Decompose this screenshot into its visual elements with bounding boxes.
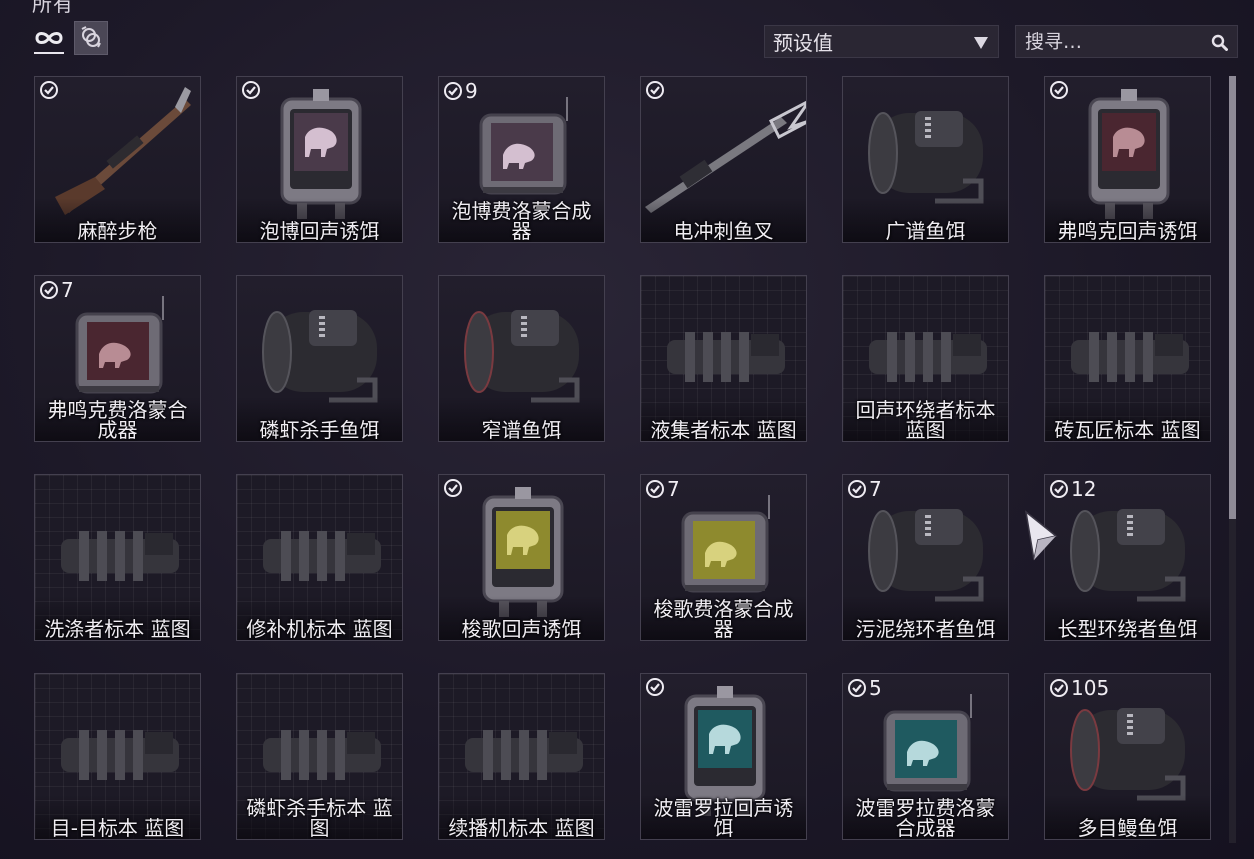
item-count: 5 bbox=[869, 676, 882, 700]
item-name: 波雷罗拉费洛蒙合成器 bbox=[855, 796, 996, 840]
item-card[interactable]: 105 多目鳗鱼饵 bbox=[1044, 673, 1211, 840]
item-name: 泡博回声诱饵 bbox=[259, 219, 380, 243]
item-card[interactable]: 磷虾杀手鱼饵 bbox=[236, 275, 403, 442]
item-name: 弗鸣克费洛蒙合成器 bbox=[47, 398, 188, 442]
inventory-screen: 所有 预设值 麻醉步枪 bbox=[0, 0, 1254, 859]
owned-badge bbox=[241, 80, 261, 100]
item-card[interactable]: 泡博回声诱饵 bbox=[236, 76, 403, 243]
item-card[interactable]: 5 波雷罗拉费洛蒙合成器 bbox=[842, 673, 1009, 840]
item-card[interactable]: 磷虾杀手标本 蓝图 bbox=[236, 673, 403, 840]
item-name: 目-目标本 蓝图 bbox=[50, 816, 185, 840]
infinity-icon bbox=[35, 32, 63, 44]
item-card[interactable]: 9 泡博费洛蒙合成器 bbox=[438, 76, 605, 243]
item-count: 7 bbox=[61, 278, 74, 302]
search-input[interactable] bbox=[1016, 26, 1201, 57]
owned-badge bbox=[39, 80, 59, 100]
item-name: 修补机标本 蓝图 bbox=[246, 617, 393, 641]
item-card[interactable]: 7 梭歌费洛蒙合成器 bbox=[640, 474, 807, 641]
check-circle-icon bbox=[242, 81, 260, 99]
item-card[interactable]: 7 污泥绕环者鱼饵 bbox=[842, 474, 1009, 641]
check-circle-icon bbox=[40, 281, 58, 299]
item-name: 波雷罗拉回声诱饵 bbox=[653, 796, 794, 840]
check-circle-icon bbox=[1050, 480, 1068, 498]
item-card[interactable]: 弗鸣克回声诱饵 bbox=[1044, 76, 1211, 243]
item-name: 砖瓦匠标本 蓝图 bbox=[1054, 418, 1201, 442]
item-card[interactable]: 波雷罗拉回声诱饵 bbox=[640, 673, 807, 840]
category-title: 所有 bbox=[32, 0, 74, 16]
item-card[interactable]: 窄谱鱼饵 bbox=[438, 275, 605, 442]
item-card[interactable]: 续播机标本 蓝图 bbox=[438, 673, 605, 840]
search-icon[interactable] bbox=[1211, 34, 1228, 51]
item-name: 麻醉步枪 bbox=[77, 219, 158, 243]
item-count: 9 bbox=[465, 79, 478, 103]
check-circle-icon bbox=[646, 480, 664, 498]
crafting-ring-icon bbox=[81, 26, 101, 48]
item-card[interactable]: 广谱鱼饵 bbox=[842, 76, 1009, 243]
preset-label: 预设值 bbox=[773, 31, 833, 55]
check-circle-icon bbox=[444, 82, 462, 100]
check-circle-icon bbox=[646, 678, 664, 696]
preset-dropdown[interactable]: 预设值 bbox=[764, 25, 999, 58]
item-name: 广谱鱼饵 bbox=[885, 219, 966, 243]
item-card[interactable]: 麻醉步枪 bbox=[34, 76, 201, 243]
item-card[interactable]: 梭歌回声诱饵 bbox=[438, 474, 605, 641]
item-card[interactable]: 砖瓦匠标本 蓝图 bbox=[1044, 275, 1211, 442]
item-count: 7 bbox=[869, 477, 882, 501]
filter-all-button[interactable] bbox=[32, 22, 66, 54]
owned-badge: 7 bbox=[645, 478, 680, 500]
item-card[interactable]: 修补机标本 蓝图 bbox=[236, 474, 403, 641]
check-circle-icon bbox=[646, 81, 664, 99]
item-card[interactable]: 目-目标本 蓝图 bbox=[34, 673, 201, 840]
owned-badge: 7 bbox=[847, 478, 882, 500]
item-card[interactable]: 洗涤者标本 蓝图 bbox=[34, 474, 201, 641]
owned-badge: 9 bbox=[443, 80, 478, 102]
item-card[interactable]: 12 长型环绕者鱼饵 bbox=[1044, 474, 1211, 641]
owned-badge: 5 bbox=[847, 677, 882, 699]
owned-badge: 105 bbox=[1049, 677, 1109, 699]
check-circle-icon bbox=[40, 81, 58, 99]
item-name: 续播机标本 蓝图 bbox=[448, 816, 595, 840]
item-card[interactable]: 电冲刺鱼叉 bbox=[640, 76, 807, 243]
scrollbar-thumb[interactable] bbox=[1229, 76, 1236, 519]
item-name: 弗鸣克回声诱饵 bbox=[1057, 219, 1198, 243]
owned-badge bbox=[645, 677, 665, 697]
item-name: 污泥绕环者鱼饵 bbox=[855, 617, 996, 641]
item-name: 梭歌费洛蒙合成器 bbox=[653, 597, 794, 641]
item-name: 磷虾杀手鱼饵 bbox=[259, 418, 380, 442]
item-card[interactable]: 7 弗鸣克费洛蒙合成器 bbox=[34, 275, 201, 442]
owned-badge: 7 bbox=[39, 279, 74, 301]
item-name: 多目鳗鱼饵 bbox=[1077, 816, 1178, 840]
check-circle-icon bbox=[848, 679, 866, 697]
item-name: 液集者标本 蓝图 bbox=[650, 418, 797, 442]
item-card[interactable]: 液集者标本 蓝图 bbox=[640, 275, 807, 442]
item-name: 磷虾杀手标本 蓝图 bbox=[246, 796, 393, 840]
owned-badge bbox=[645, 80, 665, 100]
item-grid: 麻醉步枪 泡博回声诱饵 9 泡博费洛蒙合成器 电冲刺鱼叉 广谱鱼饵 弗鸣克回声诱… bbox=[34, 76, 1211, 840]
item-name: 长型环绕者鱼饵 bbox=[1057, 617, 1198, 641]
mouse-cursor-icon bbox=[1024, 510, 1058, 561]
owned-badge bbox=[443, 478, 463, 498]
item-count: 7 bbox=[667, 477, 680, 501]
search-box[interactable] bbox=[1015, 25, 1238, 58]
owned-badge: 12 bbox=[1049, 478, 1096, 500]
item-name: 电冲刺鱼叉 bbox=[673, 219, 774, 243]
item-name: 回声环绕者标本 蓝图 bbox=[855, 398, 996, 442]
item-name: 梭歌回声诱饵 bbox=[461, 617, 582, 641]
filter-crafted-button[interactable] bbox=[74, 21, 108, 55]
item-count: 12 bbox=[1071, 477, 1097, 501]
check-circle-icon bbox=[1050, 679, 1068, 697]
item-card[interactable]: 回声环绕者标本 蓝图 bbox=[842, 275, 1009, 442]
dropdown-arrow-icon bbox=[974, 37, 988, 49]
owned-badge bbox=[1049, 80, 1069, 100]
check-circle-icon bbox=[444, 479, 462, 497]
item-name: 泡博费洛蒙合成器 bbox=[451, 199, 592, 243]
item-name: 洗涤者标本 蓝图 bbox=[44, 617, 191, 641]
check-circle-icon bbox=[1050, 81, 1068, 99]
item-count: 105 bbox=[1071, 676, 1110, 700]
check-circle-icon bbox=[848, 480, 866, 498]
item-name: 窄谱鱼饵 bbox=[481, 418, 562, 442]
scrollbar-track[interactable] bbox=[1229, 519, 1236, 843]
